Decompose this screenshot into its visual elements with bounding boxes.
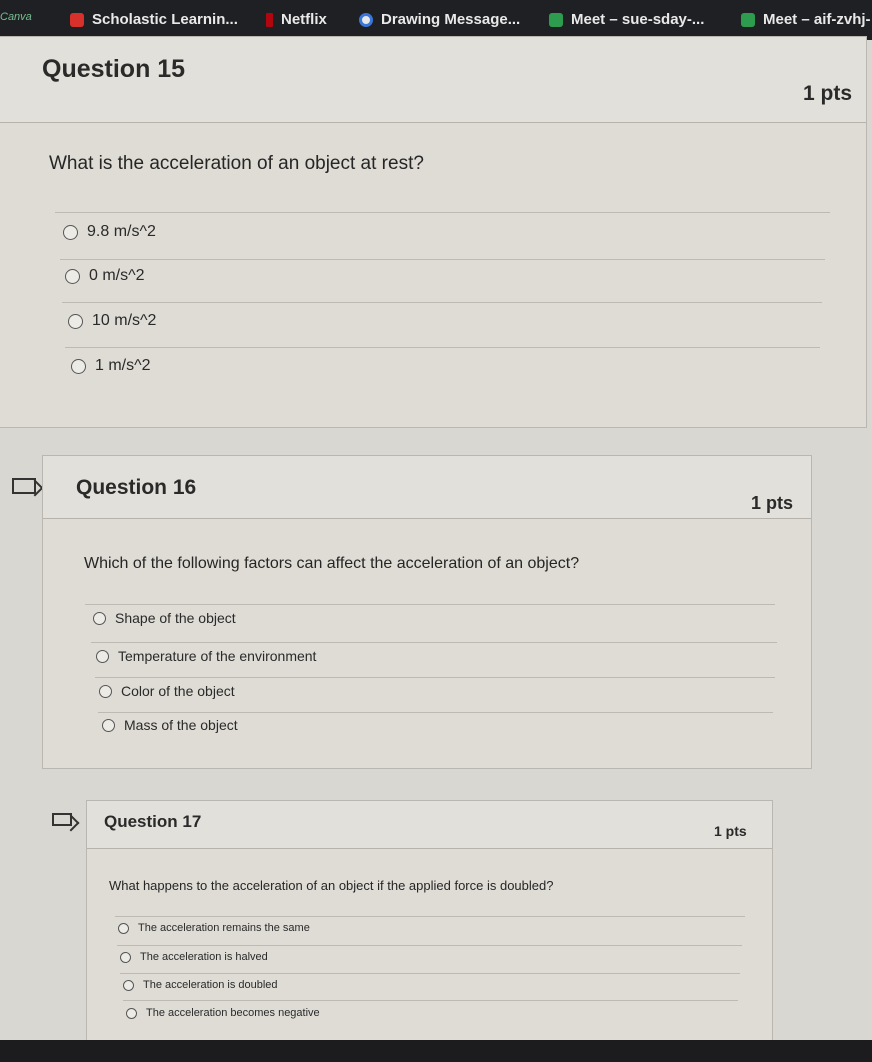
divider <box>85 604 775 605</box>
scholastic-icon <box>70 12 84 27</box>
radio-button[interactable] <box>102 718 115 732</box>
answer-label: The acceleration becomes negative <box>146 1007 320 1019</box>
answer-label: The acceleration remains the same <box>138 922 310 934</box>
radio-button[interactable] <box>123 979 134 991</box>
divider <box>60 259 825 260</box>
meet-icon <box>741 12 755 27</box>
netflix-icon <box>266 12 273 27</box>
answer-option[interactable]: Color of the object <box>99 683 235 699</box>
question-text: What is the acceleration of an object at… <box>49 153 424 174</box>
question-points: 1 pts <box>714 823 747 839</box>
bookmark-label: Meet – aif-zvhj- <box>763 11 871 28</box>
divider <box>55 212 830 213</box>
answer-label: Temperature of the environment <box>118 648 317 664</box>
radio-button[interactable] <box>68 313 83 329</box>
answer-option[interactable]: 1 m/s^2 <box>71 357 151 375</box>
drawing-icon <box>359 12 373 27</box>
divider <box>91 642 777 643</box>
radio-button[interactable] <box>120 951 131 963</box>
bookmark-label: Netflix <box>281 11 327 28</box>
answer-label: Color of the object <box>121 683 235 699</box>
answer-option[interactable]: The acceleration becomes negative <box>126 1007 320 1019</box>
radio-button[interactable] <box>71 358 86 374</box>
bookmark-label: Drawing Message... <box>381 11 521 28</box>
divider <box>123 1000 738 1001</box>
divider <box>120 973 740 974</box>
answer-label: Shape of the object <box>115 610 236 626</box>
radio-button[interactable] <box>99 684 112 698</box>
question-card-17: Question 17 1 pts What happens to the ac… <box>86 800 773 1052</box>
radio-button[interactable] <box>63 224 78 240</box>
flag-question-icon[interactable] <box>12 478 36 494</box>
bookmarks-bar: Canva Scholastic Learnin... Netflix Draw… <box>0 0 872 40</box>
question-title: Question 17 <box>104 812 202 831</box>
answer-label: 10 m/s^2 <box>92 312 157 329</box>
divider <box>115 916 745 917</box>
bookmark-canva[interactable]: Canva <box>0 11 32 23</box>
question-card-16: Question 16 1 pts Which of the following… <box>42 455 812 769</box>
answer-option[interactable]: The acceleration is halved <box>120 951 268 963</box>
bookmark-label: Meet – sue-sday-... <box>571 11 705 28</box>
answer-option[interactable]: 9.8 m/s^2 <box>63 223 156 241</box>
radio-button[interactable] <box>126 1007 137 1019</box>
question-text: What happens to the acceleration of an o… <box>109 878 554 893</box>
bookmark-label: Scholastic Learnin... <box>92 11 238 28</box>
bookmark-netflix[interactable]: Netflix <box>266 11 327 28</box>
radio-button[interactable] <box>96 649 109 663</box>
answer-option[interactable]: Mass of the object <box>102 717 238 733</box>
question-points: 1 pts <box>751 493 794 513</box>
question-title: Question 15 <box>42 55 186 83</box>
divider <box>98 712 773 713</box>
answer-label: 0 m/s^2 <box>89 267 145 284</box>
question-text: Which of the following factors can affec… <box>84 555 580 572</box>
flag-question-icon[interactable] <box>52 813 72 826</box>
answer-option[interactable]: Shape of the object <box>93 610 236 626</box>
divider <box>65 347 820 348</box>
bookmark-meet-2[interactable]: Meet – aif-zvhj- <box>741 11 871 28</box>
answer-option[interactable]: The acceleration is doubled <box>123 979 278 991</box>
bookmark-label: Canva <box>0 11 32 23</box>
question-points: 1 pts <box>803 82 853 105</box>
screen-bottom-edge <box>0 1040 872 1062</box>
meet-icon <box>549 12 563 27</box>
question-title: Question 16 <box>76 476 197 499</box>
answer-label: 9.8 m/s^2 <box>87 223 156 240</box>
answer-option[interactable]: 0 m/s^2 <box>65 267 145 285</box>
bookmark-scholastic[interactable]: Scholastic Learnin... <box>70 11 238 28</box>
answer-option[interactable]: The acceleration remains the same <box>118 922 310 934</box>
radio-button[interactable] <box>118 922 129 934</box>
answer-label: The acceleration is doubled <box>143 979 278 991</box>
answer-option[interactable]: Temperature of the environment <box>96 648 316 664</box>
divider <box>62 302 822 303</box>
bookmark-meet-1[interactable]: Meet – sue-sday-... <box>549 11 704 28</box>
divider <box>117 945 742 946</box>
answer-option[interactable]: 10 m/s^2 <box>68 312 156 330</box>
answer-label: Mass of the object <box>124 717 238 733</box>
radio-button[interactable] <box>65 268 80 284</box>
answer-label: 1 m/s^2 <box>95 357 151 374</box>
radio-button[interactable] <box>93 611 106 625</box>
question-card-15: Question 15 1 pts What is the accelerati… <box>0 36 867 428</box>
bookmark-drawing-message[interactable]: Drawing Message... <box>359 11 520 28</box>
divider <box>95 677 775 678</box>
answer-label: The acceleration is halved <box>140 951 268 963</box>
